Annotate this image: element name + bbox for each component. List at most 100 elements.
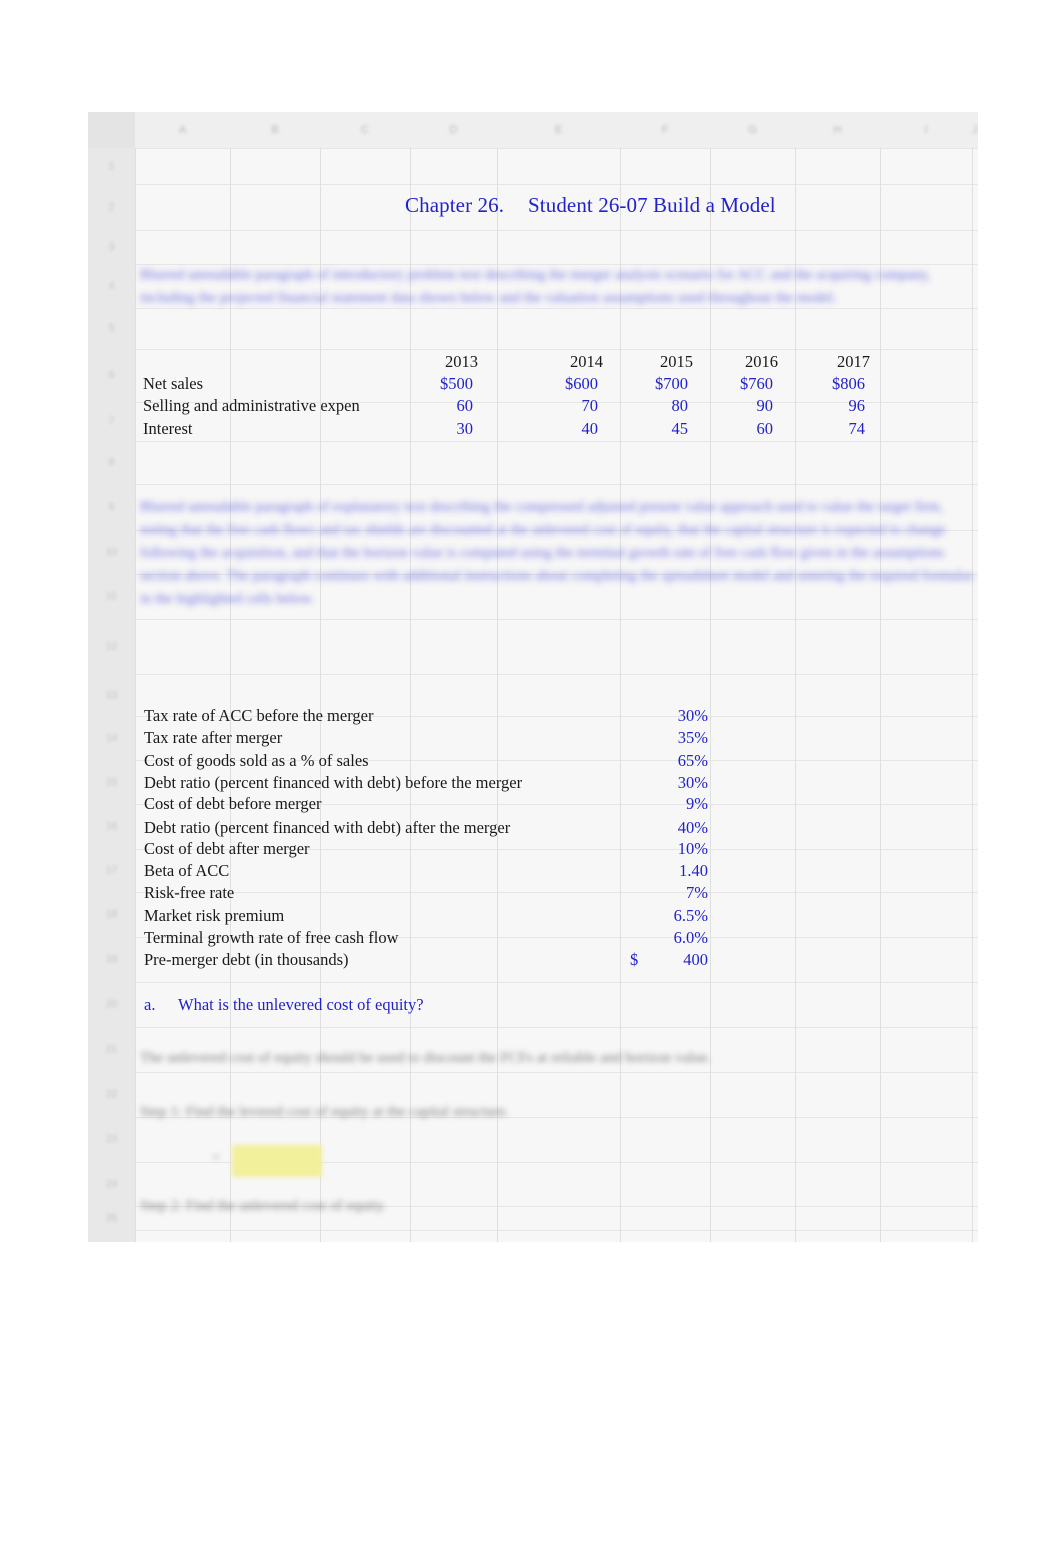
cell-net-sales-2013[interactable]: $500 <box>413 374 473 394</box>
gridline-vertical <box>497 148 498 1242</box>
assumption-label-2: Cost of goods sold as a % of sales <box>144 751 369 770</box>
row-number-6[interactable]: 6 <box>88 349 135 402</box>
cell-sga-2017[interactable]: 96 <box>805 396 866 416</box>
row-label-sga: Selling and administrative expen <box>143 396 360 415</box>
row-number-13[interactable]: 13 <box>88 674 135 716</box>
row-number-24[interactable]: 24 <box>88 1162 135 1206</box>
row-number-7[interactable]: 7 <box>88 402 135 441</box>
row-number-21[interactable]: 21 <box>88 1027 135 1072</box>
row-number-4[interactable]: 4 <box>88 264 135 308</box>
gridline-horizontal <box>135 184 978 185</box>
column-header-e[interactable]: E <box>497 112 620 148</box>
row-number-16[interactable]: 16 <box>88 804 135 849</box>
cell-net-sales-2016[interactable]: $760 <box>713 374 773 394</box>
row-number-8[interactable]: 8 <box>88 441 135 484</box>
column-header-c[interactable]: C <box>320 112 410 148</box>
cell-interest-2015[interactable]: 45 <box>628 419 689 439</box>
select-all-corner[interactable] <box>88 112 135 148</box>
gridline-vertical <box>710 148 711 1242</box>
assumption-value-1[interactable]: 35% <box>648 728 708 748</box>
column-header-j[interactable]: J <box>972 112 978 148</box>
assumption-value-8[interactable]: 7% <box>648 883 708 903</box>
assumption-label-11: Pre-merger debt (in thousands) <box>144 950 349 969</box>
cell-interest-2017[interactable]: 74 <box>805 419 866 439</box>
column-header-f[interactable]: F <box>620 112 710 148</box>
gridline-horizontal <box>135 1230 978 1231</box>
cell-net-sales-2017[interactable]: $806 <box>805 374 865 394</box>
assumption-label-1: Tax rate after merger <box>144 728 283 747</box>
column-header-i[interactable]: I <box>880 112 972 148</box>
year-header-2016: 2016 <box>745 352 778 371</box>
assumption-value-6[interactable]: 10% <box>648 839 708 859</box>
assumption-value-11[interactable]: 400 <box>648 950 708 970</box>
answer-note-step1: Step 1: Find the levered cost of equity … <box>140 1104 510 1120</box>
assumption-value-0[interactable]: 30% <box>648 706 708 726</box>
assumption-label-8: Risk-free rate <box>144 883 235 902</box>
gridline-vertical <box>972 148 973 1242</box>
row-number-10[interactable]: 10 <box>88 530 135 574</box>
column-header-g[interactable]: G <box>710 112 795 148</box>
year-header-2014: 2014 <box>570 352 603 371</box>
row-number-11[interactable]: 11 <box>88 574 135 619</box>
question-a-text: What is the unlevered cost of equity? <box>178 995 424 1014</box>
assumption-value-4[interactable]: 9% <box>648 794 708 814</box>
gridline-horizontal <box>135 441 978 442</box>
year-header-2015: 2015 <box>660 352 693 371</box>
gridline-vertical <box>230 148 231 1242</box>
cell-interest-2014[interactable]: 40 <box>538 419 599 439</box>
row-number-2[interactable]: 2 <box>88 184 135 230</box>
gridline-vertical <box>880 148 881 1242</box>
row-number-19[interactable]: 19 <box>88 937 135 982</box>
row-number-23[interactable]: 23 <box>88 1117 135 1162</box>
cell-sga-2015[interactable]: 80 <box>628 396 689 416</box>
cell-interest-2013[interactable]: 30 <box>413 419 474 439</box>
assumption-label-6: Cost of debt after merger <box>144 839 310 858</box>
assumption-value-5[interactable]: 40% <box>648 818 708 838</box>
cell-net-sales-2014[interactable]: $600 <box>538 374 598 394</box>
assumption-value-9[interactable]: 6.5% <box>648 906 708 926</box>
gridline-horizontal <box>135 982 978 983</box>
row-number-18[interactable]: 18 <box>88 892 135 937</box>
row-number-3[interactable]: 3 <box>88 230 135 264</box>
row-number-20[interactable]: 20 <box>88 982 135 1027</box>
column-header-b[interactable]: B <box>230 112 320 148</box>
cell-sga-2014[interactable]: 70 <box>538 396 599 416</box>
gridline-horizontal <box>135 1027 978 1028</box>
row-number-12[interactable]: 12 <box>88 619 135 674</box>
gridline-horizontal <box>135 230 978 231</box>
cell-sga-2013[interactable]: 60 <box>413 396 474 416</box>
row-number-1[interactable]: 1 <box>88 148 135 184</box>
row-number-5[interactable]: 5 <box>88 308 135 349</box>
assumption-value-7[interactable]: 1.40 <box>648 861 708 881</box>
column-header-h[interactable]: H <box>795 112 880 148</box>
row-number-9[interactable]: 9 <box>88 484 135 530</box>
column-header-a[interactable]: A <box>135 112 230 148</box>
method-note-text: Blurred unreadable paragraph of explanat… <box>140 499 974 607</box>
assumption-label-5: Debt ratio (percent financed with debt) … <box>144 818 511 837</box>
row-number-15[interactable]: 15 <box>88 760 135 804</box>
gridline-horizontal <box>135 1072 978 1073</box>
assumption-value-2[interactable]: 65% <box>648 751 708 771</box>
row-label-net-sales: Net sales <box>143 374 204 393</box>
row-number-17[interactable]: 17 <box>88 849 135 892</box>
spreadsheet-canvas[interactable]: Chapter 26. Student 26-07 Build a Model … <box>88 112 978 1242</box>
intro-note-text: Blurred unreadable paragraph of introduc… <box>140 267 931 306</box>
gridline-vertical <box>410 148 411 1242</box>
gridline-vertical <box>320 148 321 1242</box>
assumption-value-10[interactable]: 6.0% <box>648 928 708 948</box>
row-number-22[interactable]: 22 <box>88 1072 135 1117</box>
row-number-14[interactable]: 14 <box>88 716 135 760</box>
cell-sga-2016[interactable]: 90 <box>713 396 774 416</box>
column-header-d[interactable]: D <box>410 112 497 148</box>
assumption-currency-11: $ <box>630 950 639 969</box>
assumption-label-3: Debt ratio (percent financed with debt) … <box>144 773 523 792</box>
gridline-vertical <box>795 148 796 1242</box>
assumption-value-3[interactable]: 30% <box>648 773 708 793</box>
gridline-vertical <box>620 148 621 1242</box>
row-number-25[interactable]: 25 <box>88 1206 135 1230</box>
cell-net-sales-2015[interactable]: $700 <box>628 374 688 394</box>
cell-interest-2016[interactable]: 60 <box>713 419 774 439</box>
year-header-2017: 2017 <box>837 352 870 371</box>
assumption-label-4: Cost of debt before merger <box>144 794 322 813</box>
highlighted-input-cell[interactable] <box>232 1145 322 1177</box>
